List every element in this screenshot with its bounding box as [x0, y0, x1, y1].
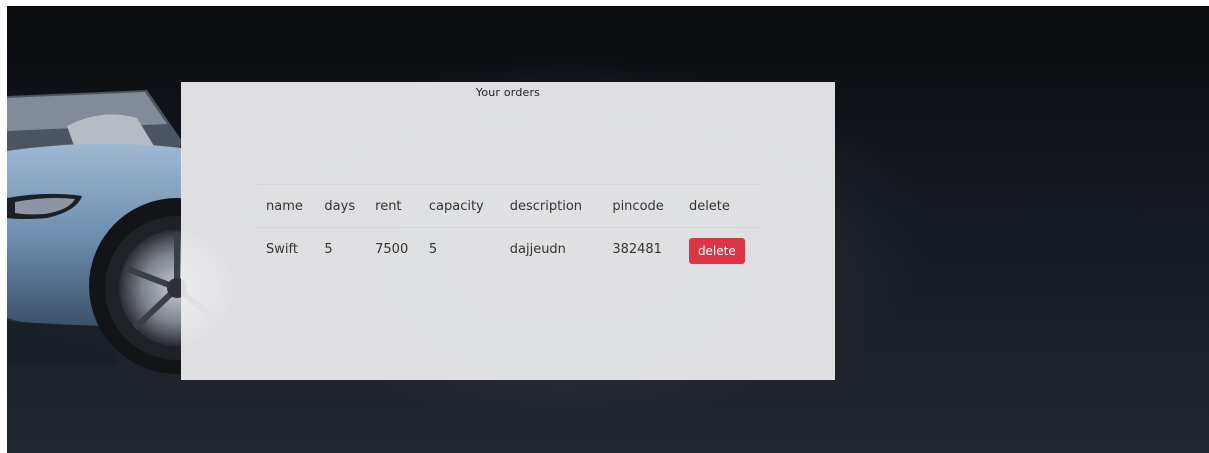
column-header-name: name: [266, 198, 303, 214]
column-header-delete: delete: [688, 198, 730, 214]
page-title: Your orders: [475, 86, 541, 99]
cell-name: Swift: [266, 242, 298, 257]
cell-days: 5: [324, 242, 333, 257]
cell-rent: 7500: [375, 242, 409, 257]
column-header-description: description: [509, 198, 583, 214]
orders-panel: Your orders name days rent capacity desc…: [181, 82, 835, 380]
background-viewport: Your orders name days rent capacity desc…: [7, 6, 1209, 453]
cell-description: dajjeudn: [509, 242, 566, 257]
delete-order-button[interactable]: delete: [688, 238, 745, 264]
column-header-days: days: [324, 198, 356, 214]
cell-delete: delete: [679, 228, 761, 283]
column-header-pincode: pincode: [612, 198, 664, 214]
column-header-capacity: capacity: [428, 198, 484, 214]
orders-table: name days rent capacity description pinc…: [256, 184, 761, 282]
cell-capacity: 5: [428, 242, 438, 257]
table-header-row: name days rent capacity description pinc…: [256, 184, 761, 228]
cell-pincode: 382481: [612, 242, 662, 257]
column-header-rent: rent: [375, 198, 402, 214]
table-row: Swift 5 7500 5 dajjeudn 382481 delete: [256, 228, 761, 283]
